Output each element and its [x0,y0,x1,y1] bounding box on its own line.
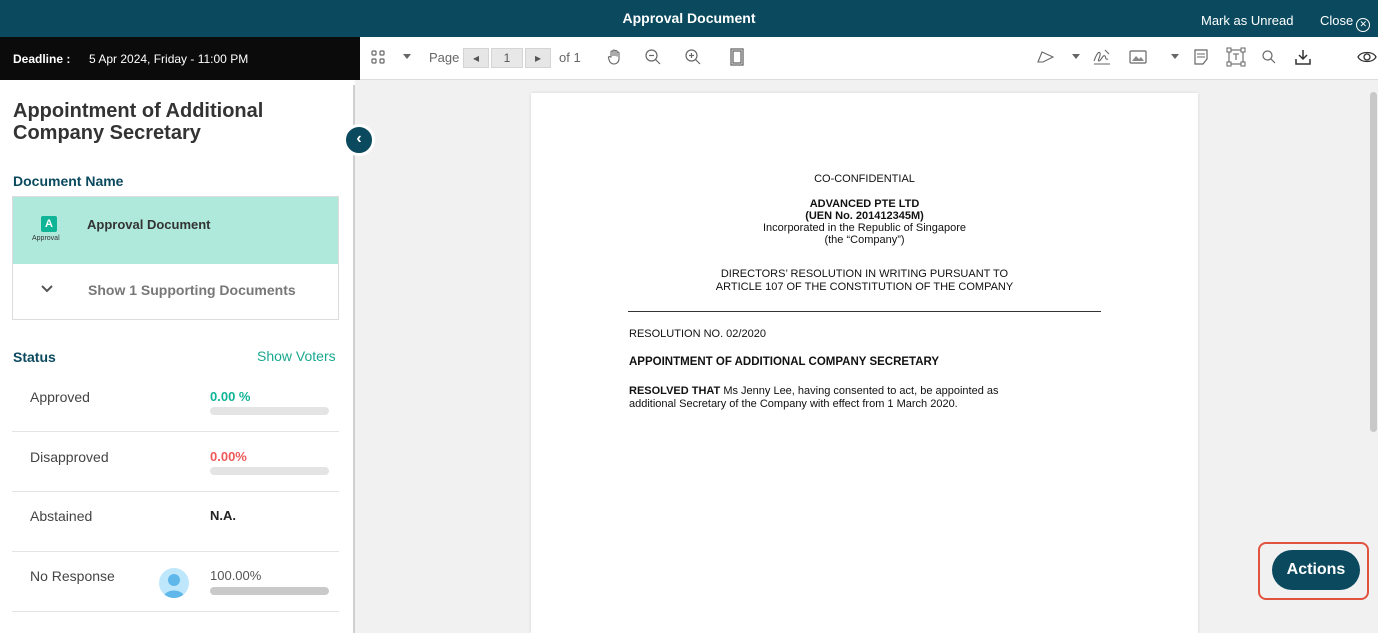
document-item-approval[interactable]: A Approval Approval Document [13,197,338,264]
panel-divider[interactable] [353,85,355,633]
show-voters-link[interactable]: Show Voters [257,348,336,364]
document-name: Approval Document [87,217,211,232]
resolved-text-1: Ms Jenny Lee, having consented to act, b… [720,385,999,397]
status-row-no-response: No Response 100.00% [12,552,339,612]
resolved-line-2: additional Secretary of the Company with… [629,398,958,410]
divider-line [628,311,1101,312]
status-label: Status [13,349,56,365]
resolution-title-line-1: DIRECTORS’ RESOLUTION IN WRITING PURSUAN… [720,268,1009,280]
company-alias: (the “Company”) [824,234,905,246]
actions-button[interactable]: Actions [1272,550,1360,590]
incorporated-text: Incorporated in the Republic of Singapor… [762,222,967,234]
scrollbar-thumb[interactable] [1370,92,1377,432]
resolution-title-line-2: ARTICLE 107 OF THE CONSTITUTION OF THE C… [715,281,1014,293]
status-name: Approved [30,389,90,405]
status-value: 0.00 % [210,389,251,404]
status-value: 100.00% [210,568,262,583]
dropdown-caret-icon[interactable] [395,45,419,69]
collapse-panel-button[interactable]: ‹ [343,124,375,156]
document-list: A Approval Approval Document Show 1 Supp… [12,196,339,320]
next-page-icon: ▸ [534,51,542,65]
chevron-down-icon [41,280,53,296]
company-name: ADVANCED PTE LTD [809,198,920,210]
view-icon[interactable] [1355,45,1378,69]
deadline-label: Deadline : [13,52,71,66]
prev-page-button[interactable]: ◂ [463,48,489,68]
page-title: Appointment of Additional Company Secret… [13,100,264,144]
prev-page-icon: ◂ [472,51,480,65]
note-icon[interactable] [1189,45,1213,69]
resolved-line-1: RESOLVED THAT Ms Jenny Lee, having conse… [629,385,999,397]
next-page-button[interactable]: ▸ [525,48,551,68]
appointment-heading: APPOINTMENT OF ADDITIONAL COMPANY SECRET… [629,356,940,368]
page-number-input[interactable]: 1 [491,48,523,68]
zoom-in-icon[interactable] [681,45,705,69]
text-field-icon[interactable] [1224,45,1248,69]
thumbnails-icon[interactable] [366,45,390,69]
status-progress-bar [210,407,329,415]
status-progress-bar [210,587,329,595]
mark-as-unread-button[interactable]: Mark as Unread [1201,13,1293,28]
status-name: Abstained [30,508,93,524]
status-progress-bar [210,467,329,475]
close-icon: ✕ [1356,18,1371,32]
page-label: Page [429,50,460,65]
pan-hand-icon[interactable] [603,45,627,69]
signature-icon[interactable] [1090,45,1114,69]
window-title: Approval Document [622,10,756,26]
chevron-left-icon: ‹ [356,130,362,147]
status-progress-fill [210,587,329,595]
status-row-disapproved: Disapproved 0.00% [12,432,339,492]
resolution-number: RESOLUTION NO. 02/2020 [629,328,766,340]
viewer-toolbar: Page ◂ 1 ▸ of 1 [360,37,1378,80]
confidential-label: CO-CONFIDENTIAL [814,173,915,185]
image-dropdown-icon[interactable] [1163,45,1187,69]
avatar[interactable] [159,568,189,598]
deadline-value: 5 Apr 2024, Friday - 11:00 PM [89,52,249,66]
status-name: No Response [30,568,115,584]
status-value: N.A. [210,508,236,523]
document-page: CO-CONFIDENTIAL ADVANCED PTE LTD (UEN No… [531,93,1198,633]
close-label: Close [1320,13,1354,28]
page-count: of 1 [559,50,581,65]
approval-badge-label: Approval [32,235,60,242]
status-row-abstained: Abstained N.A. [12,492,339,552]
status-value: 0.00% [210,449,247,464]
draw-dropdown-icon[interactable] [1064,45,1088,69]
status-name: Disapproved [30,449,109,465]
company-uen: (UEN No. 201412345M) [805,210,924,222]
viewer-scrollbar[interactable] [1369,80,1378,633]
fit-page-icon[interactable] [725,45,749,69]
resolved-bold: RESOLVED THAT [629,385,721,397]
status-row-approved: Approved 0.00 % [12,372,339,432]
show-supporting-documents-button[interactable]: Show 1 Supporting Documents [13,264,338,320]
download-icon[interactable] [1291,45,1315,69]
top-bar: Approval Document Mark as Unread Close ✕ [0,0,1378,37]
zoom-out-icon[interactable] [641,45,665,69]
document-name-label: Document Name [13,173,124,189]
close-button[interactable]: Close ✕ [1320,13,1371,32]
search-icon[interactable] [1257,45,1281,69]
draw-icon[interactable] [1034,45,1058,69]
deadline-bar: Deadline : 5 Apr 2024, Friday - 11:00 PM [0,37,360,80]
supporting-documents-label: Show 1 Supporting Documents [88,282,296,298]
approval-badge-icon: A [41,216,57,232]
image-icon[interactable] [1126,45,1150,69]
